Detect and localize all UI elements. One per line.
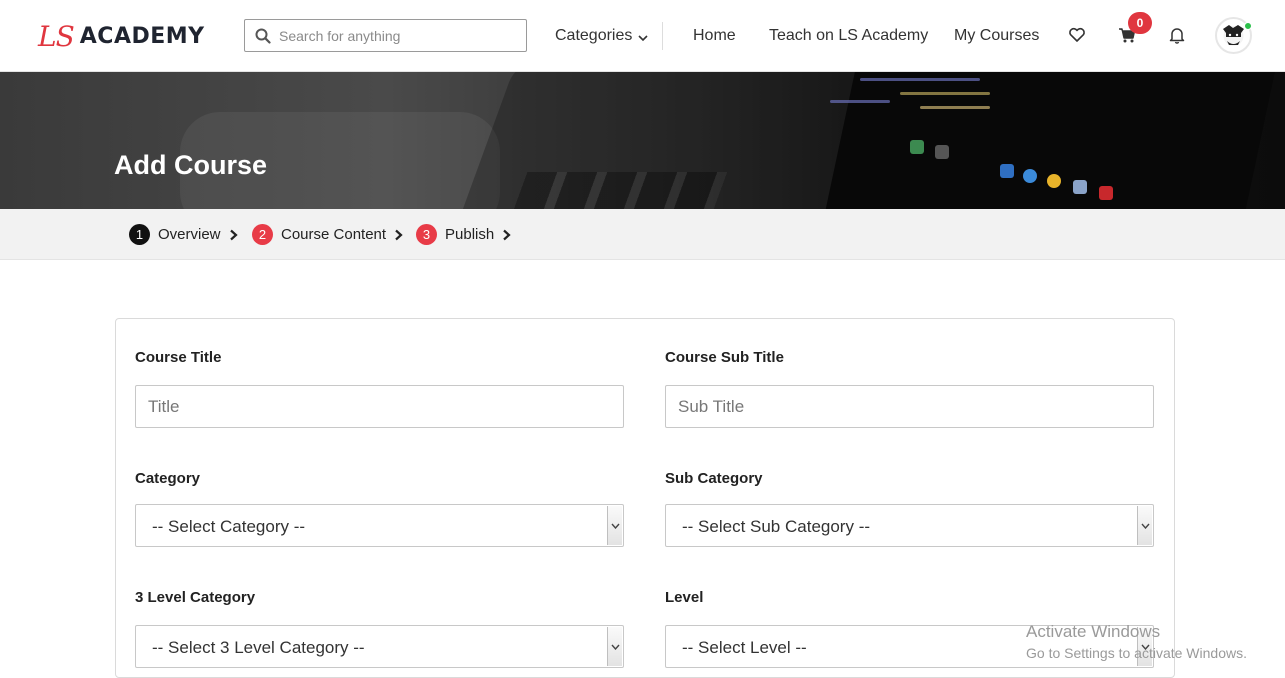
category-label: Category [135,470,201,487]
banner-dock-icon [1099,186,1113,200]
course-title-input[interactable] [135,385,624,428]
search-bar[interactable] [244,19,527,52]
level3-category-select[interactable]: -- Select 3 Level Category -- [135,625,624,668]
banner-dock-icon [910,140,924,154]
ls-academy-logo[interactable]: LS ACADEMY [38,19,205,53]
course-title-label: Course Title [135,349,222,366]
cart-count-badge: 0 [1128,12,1152,34]
chevron-down-icon [610,523,620,529]
course-subtitle-label: Course Sub Title [665,349,784,366]
logo-academy: ACADEMY [79,23,205,49]
banner-dock-icon [1023,169,1037,183]
banner-dock-icon [1047,174,1061,188]
banner-code-line [830,100,890,103]
nav-my-courses-link[interactable]: My Courses [954,27,1039,45]
banner-code-line [860,78,980,81]
banner-dock-icon [935,145,949,159]
step-number: 1 [129,224,150,245]
nav-divider [662,22,663,50]
category-select[interactable]: -- Select Category -- [135,504,624,547]
windows-activation-watermark: Activate Windows [1026,622,1161,641]
step-label: Course Content [281,226,387,243]
step-overview[interactable]: 1 Overview [129,224,238,245]
select-arrow [607,506,622,545]
level3-category-select-value: -- Select 3 Level Category -- [152,638,365,657]
level3-category-label: 3 Level Category [135,589,256,606]
subcategory-select-value: -- Select Sub Category -- [682,517,871,536]
course-form-card: Course Title Course Sub Title Category -… [115,318,1175,678]
search-input[interactable] [279,27,519,44]
page-title: Add Course [114,150,268,180]
chevron-down-icon [638,35,648,42]
subcategory-label: Sub Category [665,470,763,487]
select-arrow [1137,506,1152,545]
banner-code-line [900,92,990,95]
categories-label: Categories [555,27,633,44]
course-subtitle-input[interactable] [665,385,1154,428]
step-progress-bar: 1 Overview 2 Course Content 3 Publish [0,209,1285,260]
online-status-dot [1244,22,1252,30]
chevron-right-icon [503,229,511,240]
subcategory-select[interactable]: -- Select Sub Category -- [665,504,1154,547]
categories-dropdown[interactable]: Categories [555,27,648,45]
step-publish[interactable]: 3 Publish [416,224,511,245]
step-course-content[interactable]: 2 Course Content [252,224,403,245]
logo-ls: LS [38,19,75,53]
page-banner: Add Course [0,72,1285,209]
heart-icon[interactable] [1068,26,1086,44]
banner-dock-icon [1073,180,1087,194]
step-number: 3 [416,224,437,245]
level-select-value: -- Select Level -- [682,638,807,657]
step-label: Overview [158,226,221,243]
step-label: Publish [445,226,495,243]
category-select-value: -- Select Category -- [152,517,306,536]
bell-icon[interactable] [1168,26,1186,44]
step-number: 2 [252,224,273,245]
chevron-down-icon [610,644,620,650]
banner-code-line [920,106,990,109]
nav-home-link[interactable]: Home [693,27,736,45]
banner-dock-icon [1000,164,1014,178]
select-arrow [607,627,622,666]
chevron-right-icon [395,229,403,240]
nav-teach-link[interactable]: Teach on LS Academy [769,27,928,45]
chevron-right-icon [229,229,238,240]
banner-code-screen [825,72,1275,209]
search-icon [255,28,271,44]
chevron-down-icon [1140,523,1150,529]
banner-keyboard-decoration [512,172,728,209]
top-header: LS ACADEMY Categories Home Teach on LS A… [0,0,1285,72]
level-label: Level [665,589,704,606]
